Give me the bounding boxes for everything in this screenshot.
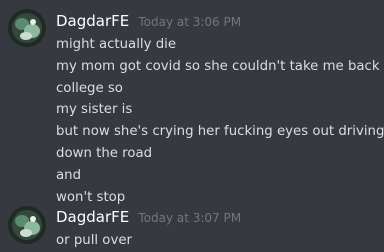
- message-line: my sister is: [56, 102, 133, 118]
- message-content: or pull over: [56, 230, 380, 252]
- message-line: and: [56, 167, 82, 183]
- avatar[interactable]: [8, 206, 46, 244]
- timestamp: Today at 3:07 PM: [138, 211, 242, 225]
- message-group: DagdarFE Today at 3:07 PM or pull over: [0, 200, 384, 252]
- message-header: DagdarFE Today at 3:07 PM: [56, 207, 241, 227]
- message-line: but now she's crying her fucking eyes ou…: [56, 124, 384, 140]
- message-line: my mom got covid so she couldn't take me…: [56, 58, 384, 74]
- chat-view: { "messages": [ { "author": "DagdarFE", …: [0, 0, 384, 252]
- message-line: or pull over: [56, 233, 132, 248]
- message-line: college so: [56, 80, 123, 96]
- message-content: might actually die my mom got covid so s…: [56, 34, 384, 208]
- avatar[interactable]: [8, 9, 46, 47]
- username[interactable]: DagdarFE: [56, 208, 129, 226]
- message-group: DagdarFE Today at 3:06 PM might actually…: [0, 0, 384, 205]
- timestamp: Today at 3:06 PM: [138, 15, 242, 29]
- message-header: DagdarFE Today at 3:06 PM: [56, 11, 241, 31]
- username[interactable]: DagdarFE: [56, 12, 129, 30]
- message-line: might actually die: [56, 37, 177, 52]
- message-line: down the road: [56, 145, 153, 161]
